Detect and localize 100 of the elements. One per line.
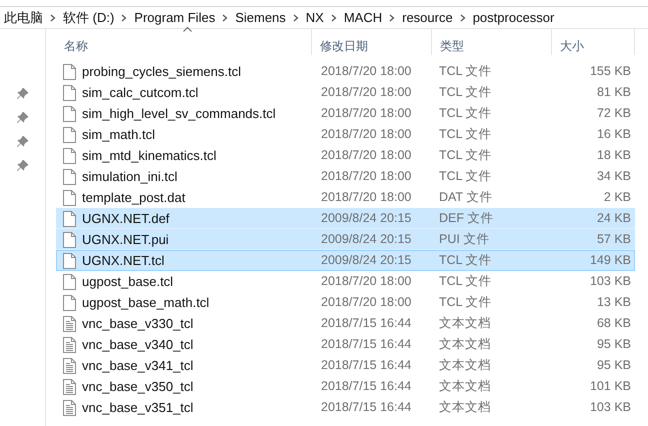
file-date: 2018/7/15 16:44: [320, 357, 412, 374]
text-file-icon: [63, 316, 76, 332]
file-size: 149 KB: [588, 252, 632, 270]
breadcrumb-item[interactable]: resource: [402, 8, 453, 28]
file-name: ugpost_base.tcl: [82, 272, 174, 291]
file-size: 24 KB: [596, 210, 632, 228]
file-name: UGNX.NET.pui: [82, 230, 169, 249]
file-date: 2018/7/20 18:00: [320, 273, 412, 290]
file-date: 2009/8/24 20:15: [320, 231, 412, 248]
chevron-icon[interactable]: [50, 14, 56, 22]
file-size: 13 KB: [596, 294, 632, 312]
breadcrumb-item[interactable]: MACH: [344, 8, 382, 28]
file-date: 2018/7/15 16:44: [320, 399, 412, 416]
text-file-icon: [63, 400, 76, 416]
file-type: TCL 文件: [438, 294, 493, 312]
file-type: TCL 文件: [438, 147, 493, 164]
file-date: 2018/7/20 18:00: [320, 84, 412, 102]
file-icon: [63, 148, 76, 164]
breadcrumb-item[interactable]: 软件 (D:): [63, 8, 114, 28]
breadcrumb-item[interactable]: 此电脑: [4, 8, 43, 28]
file-date: 2018/7/15 16:44: [320, 315, 412, 332]
file-type: TCL 文件: [438, 84, 493, 102]
file-icon: [63, 252, 76, 268]
file-date: 2009/8/24 20:15: [320, 252, 412, 270]
file-type: TCL 文件: [438, 63, 493, 80]
file-date: 2018/7/20 18:00: [320, 126, 412, 144]
column-header[interactable]: 类型: [440, 37, 464, 55]
file-date: 2018/7/20 18:00: [320, 147, 412, 164]
file-type: 文本文档: [438, 378, 492, 396]
file-size: 18 KB: [596, 147, 632, 164]
file-name: vnc_base_v351_tcl: [82, 398, 194, 417]
file-icon: [63, 274, 76, 290]
pin-icon[interactable]: [17, 160, 28, 170]
file-size: 95 KB: [596, 336, 632, 354]
column-header[interactable]: 修改日期: [320, 37, 368, 55]
file-row[interactable]: UGNX.NET.pui 2009/8/24 20:15 PUI 文件 57 KB: [56, 229, 635, 250]
file-type: 文本文档: [438, 336, 492, 354]
file-size: 68 KB: [596, 315, 632, 332]
chevron-icon[interactable]: [460, 14, 466, 22]
file-name: simulation_ini.tcl: [82, 168, 178, 186]
file-icon: [63, 126, 76, 142]
file-date: 2018/7/20 18:00: [320, 105, 412, 122]
file-type: TCL 文件: [438, 126, 493, 144]
file-date: 2018/7/20 18:00: [320, 189, 412, 206]
file-type: TCL 文件: [438, 252, 493, 270]
file-row[interactable]: UGNX.NET.def 2009/8/24 20:15 DEF 文件 24 KB: [56, 208, 635, 229]
file-icon: [63, 232, 76, 248]
file-row[interactable]: UGNX.NET.tcl 2009/8/24 20:15 TCL 文件 149 KB: [56, 250, 635, 271]
file-type: 文本文档: [438, 357, 492, 374]
breadcrumb-item[interactable]: Program Files: [134, 8, 216, 28]
file-type: PUI 文件: [438, 231, 490, 248]
file-name: sim_math.tcl: [82, 126, 155, 144]
pin-icon[interactable]: [17, 112, 28, 122]
file-name: sim_high_level_sv_commands.tcl: [82, 104, 276, 123]
chevron-icon[interactable]: [292, 14, 299, 22]
file-type: 文本文档: [438, 315, 492, 332]
file-icon: [63, 106, 76, 122]
file-type: TCL 文件: [438, 168, 493, 186]
file-name: template_post.dat: [82, 188, 186, 207]
file-date: 2018/7/20 18:00: [320, 63, 412, 80]
pin-icon[interactable]: [17, 136, 28, 146]
column-header[interactable]: 名称: [64, 37, 88, 55]
file-size: 57 KB: [596, 231, 632, 248]
breadcrumb-item[interactable]: Siemens: [235, 8, 286, 28]
chevron-icon[interactable]: [121, 14, 128, 22]
file-date: 2009/8/24 20:15: [320, 210, 412, 228]
file-date: 2018/7/15 16:44: [320, 378, 412, 396]
chevron-icon[interactable]: [222, 14, 228, 22]
chevron-icon[interactable]: [330, 14, 337, 22]
file-icon: [63, 84, 76, 100]
file-icon: [63, 190, 76, 206]
file-size: 101 KB: [588, 378, 632, 396]
file-name: UGNX.NET.def: [82, 210, 170, 228]
file-type: DAT 文件: [438, 189, 494, 206]
file-size: 81 KB: [596, 84, 632, 102]
column-header[interactable]: 大小: [560, 37, 584, 55]
chevron-icon[interactable]: [389, 14, 396, 22]
file-name: ugpost_base_math.tcl: [82, 294, 210, 312]
file-name: UGNX.NET.tcl: [82, 252, 164, 270]
file-icon: [63, 210, 76, 226]
file-size: 95 KB: [596, 357, 632, 374]
text-file-icon: [63, 336, 76, 352]
file-size: 2 KB: [602, 189, 632, 206]
file-size: 72 KB: [596, 105, 632, 122]
file-type: DEF 文件: [438, 210, 494, 228]
file-name: vnc_base_v330_tcl: [82, 314, 194, 333]
file-size: 103 KB: [588, 273, 632, 290]
file-size: 155 KB: [588, 63, 632, 80]
file-date: 2018/7/20 18:00: [320, 294, 412, 312]
file-type: TCL 文件: [438, 273, 493, 290]
breadcrumb-item[interactable]: NX: [306, 8, 324, 28]
text-file-icon: [63, 378, 76, 394]
file-name: probing_cycles_siemens.tcl: [82, 62, 241, 81]
file-type: 文本文档: [438, 399, 492, 416]
pin-icon[interactable]: [17, 88, 28, 98]
file-name: vnc_base_v341_tcl: [82, 356, 194, 375]
breadcrumb-item[interactable]: postprocessor: [472, 8, 554, 28]
file-size: 103 KB: [588, 399, 632, 416]
file-name: vnc_base_v340_tcl: [82, 336, 194, 354]
file-icon: [63, 294, 76, 310]
